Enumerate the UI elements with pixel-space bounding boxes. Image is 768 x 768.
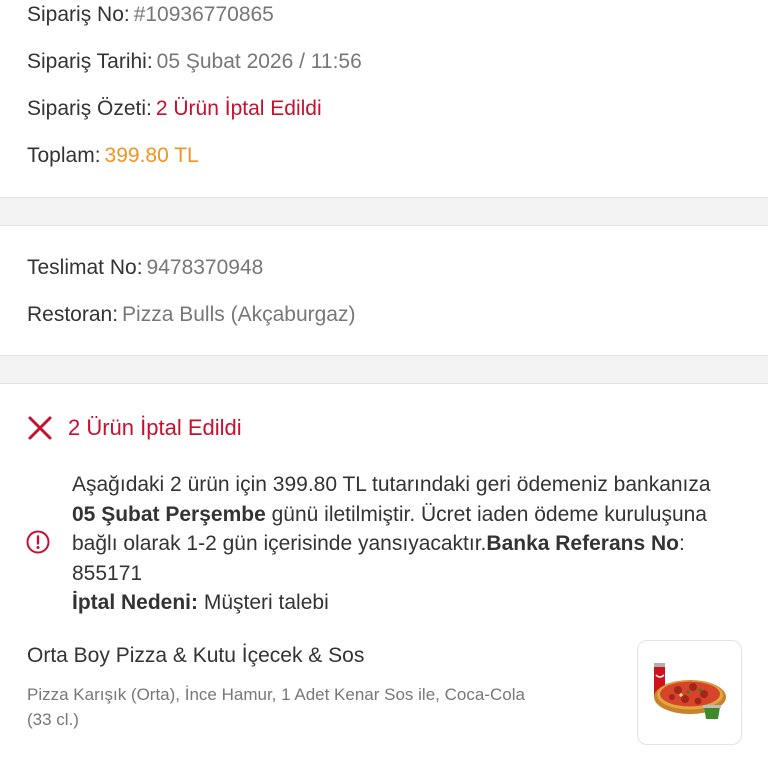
order-total-row: Toplam: 399.80 TL [27,143,199,169]
info-icon [26,530,50,554]
order-no-row: Sipariş No: #10936770865 [27,2,274,28]
restaurant-value: Pizza Bulls (Akçaburgaz) [122,303,356,326]
cancel-reason-value: Müşteri talebi [198,591,329,614]
order-summary-row: Sipariş Özeti: 2 Ürün İptal Edildi [27,96,322,122]
order-summary-label: Sipariş Özeti: [27,97,152,120]
order-total-value: 399.80 TL [104,144,199,167]
restaurant-label: Restoran: [27,303,119,326]
cancellation-heading: 2 Ürün İptal Edildi [27,413,242,443]
delivery-info-section: Teslimat No: 9478370948 Restoran: Pizza Bu… [0,226,768,355]
product-image[interactable] [637,640,742,745]
order-total-label: Toplam: [27,144,101,167]
cancel-reason-label: İptal Nedeni: [72,591,199,614]
close-icon [27,415,53,441]
product-title: Orta Boy Pizza & Kutu İçecek & Sos [27,644,365,667]
refund-info-part1: Aşağıdaki 2 ürün için 399.80 TL tutarınd… [72,473,711,496]
delivery-no-label: Teslimat No: [27,256,143,279]
order-no-value: #10936770865 [133,3,274,26]
order-info-section: Sipariş No: #10936770865 Sipariş Tarihi: 0… [0,0,768,197]
order-date-label: Sipariş Tarihi: [27,50,153,73]
section-divider [0,355,768,384]
section-divider [0,197,768,226]
refund-info-text: Aşağıdaki 2 ürün için 399.80 TL tutarınd… [72,470,732,618]
cancellation-heading-text: 2 Ürün İptal Edildi [68,415,242,440]
order-summary-value: 2 Ürün İptal Edildi [155,97,322,120]
order-date-row: Sipariş Tarihi: 05 Şubat 2026 / 11:56 [27,49,362,75]
delivery-no-row: Teslimat No: 9478370948 [27,255,263,281]
product-description: Pizza Karışık (Orta), İnce Hamur, 1 Adet… [27,685,525,729]
delivery-no-value: 9478370948 [146,256,264,279]
restaurant-row: Restoran: Pizza Bulls (Akçaburgaz) [27,302,355,328]
order-date-value: 05 Şubat 2026 / 11:56 [156,50,362,73]
bank-ref-label: Banka Referans No [486,532,679,555]
refund-date: 05 Şubat Perşembe [72,502,266,526]
order-no-label: Sipariş No: [27,3,130,26]
pizza-menu-icon [654,663,726,719]
